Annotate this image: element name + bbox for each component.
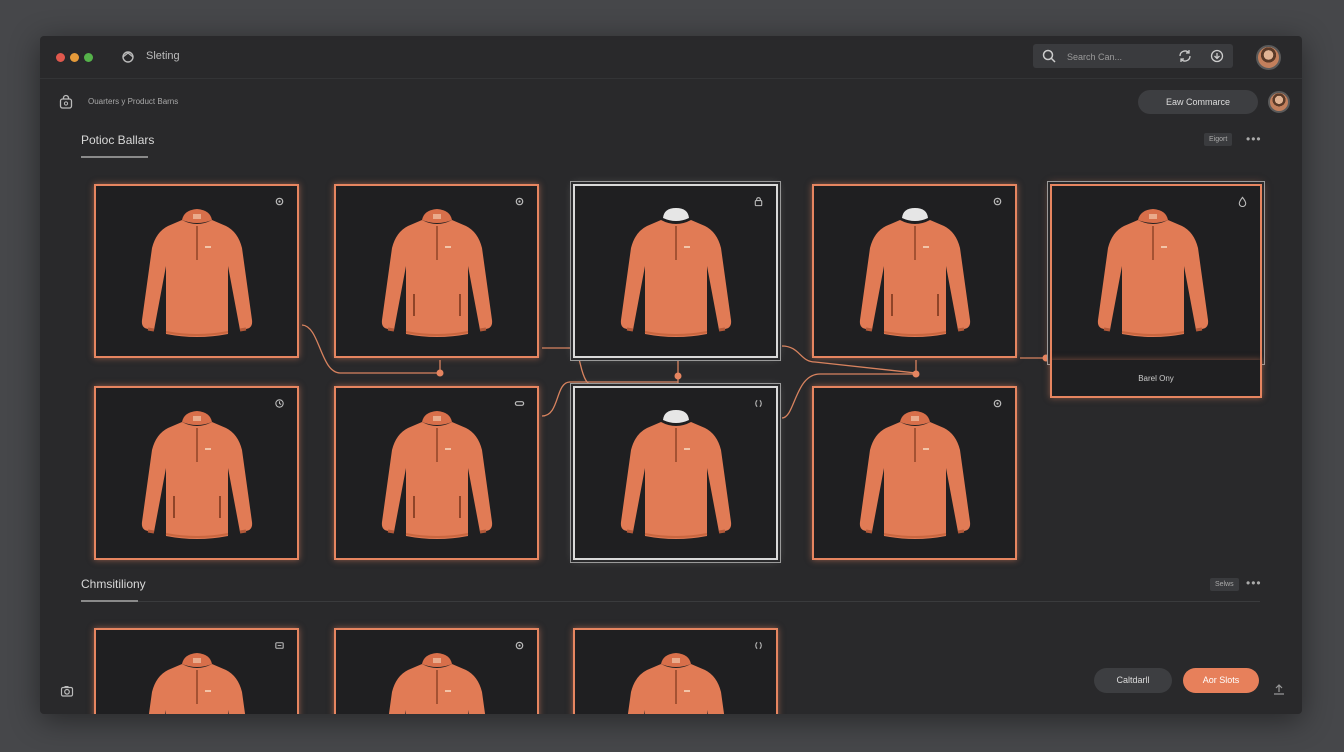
product-card-selected[interactable] xyxy=(573,184,778,358)
app-window: Sleting Ouarters y Product Barns Eaw Com… xyxy=(40,36,1302,714)
product-card-selected[interactable] xyxy=(573,386,778,560)
product-card[interactable] xyxy=(334,184,539,358)
shirt-image xyxy=(1094,202,1212,344)
drop-icon[interactable] xyxy=(1237,196,1248,207)
gear-icon[interactable] xyxy=(514,640,525,651)
upload-icon[interactable] xyxy=(1272,682,1286,696)
tag-icon[interactable] xyxy=(274,640,285,651)
more-options-icon[interactable]: ••• xyxy=(1246,576,1262,590)
secondary-action-button[interactable]: Caltdarll xyxy=(1094,668,1172,693)
shirt-image xyxy=(617,202,735,344)
gear-icon[interactable] xyxy=(274,196,285,207)
link-icon[interactable] xyxy=(514,398,525,409)
product-card-active[interactable] xyxy=(1050,184,1262,362)
clock-icon[interactable] xyxy=(274,398,285,409)
parens-icon[interactable] xyxy=(753,398,764,409)
shirt-image xyxy=(138,202,256,344)
shirt-image xyxy=(856,202,974,344)
shirt-image xyxy=(617,404,735,546)
product-card[interactable] xyxy=(334,386,539,560)
gear-icon[interactable] xyxy=(514,196,525,207)
product-card[interactable] xyxy=(94,628,299,714)
primary-action-button[interactable]: Aor Slots xyxy=(1183,668,1259,693)
section-divider xyxy=(138,601,1260,602)
gear-icon[interactable] xyxy=(992,196,1003,207)
shirt-image xyxy=(378,646,496,714)
product-card[interactable] xyxy=(94,386,299,560)
section-tag[interactable]: Selws xyxy=(1210,578,1239,591)
gear-icon[interactable] xyxy=(992,398,1003,409)
product-card[interactable] xyxy=(812,386,1017,560)
product-card[interactable] xyxy=(94,184,299,358)
shirt-image xyxy=(138,404,256,546)
selected-label: Barel Ony xyxy=(1138,374,1174,383)
section-underline xyxy=(81,600,138,602)
shirt-image xyxy=(378,202,496,344)
product-card[interactable] xyxy=(573,628,778,714)
camera-icon[interactable] xyxy=(60,684,74,698)
section-title: Chmsitiliony xyxy=(81,577,146,591)
shirt-image xyxy=(856,404,974,546)
product-card[interactable] xyxy=(812,184,1017,358)
product-card[interactable] xyxy=(334,628,539,714)
shirt-image xyxy=(138,646,256,714)
lock-icon[interactable] xyxy=(753,196,764,207)
shirt-image xyxy=(617,646,735,714)
selected-label-strip: Barel Ony xyxy=(1050,360,1262,398)
parens-icon[interactable] xyxy=(753,640,764,651)
shirt-image xyxy=(378,404,496,546)
